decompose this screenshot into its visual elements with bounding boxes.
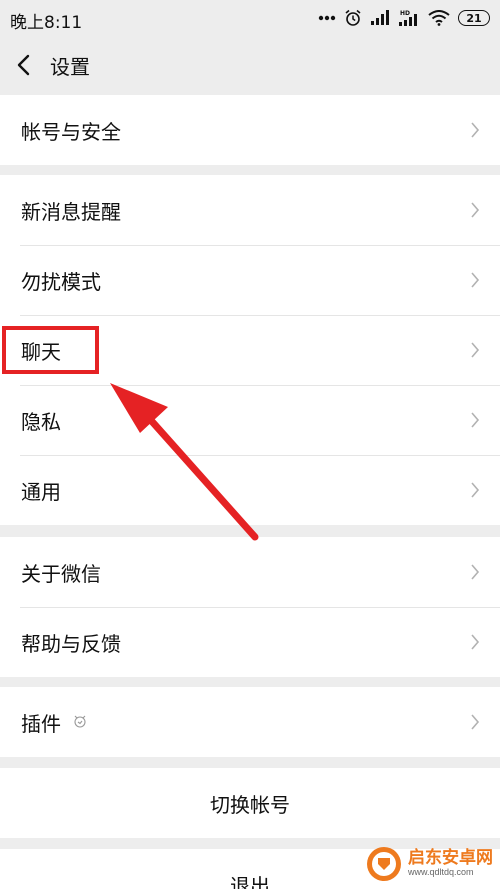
annotation-highlight-box: [2, 326, 99, 374]
chevron-right-icon: [471, 122, 480, 138]
settings-item-label: 隐私: [21, 410, 61, 434]
settings-item-plugins[interactable]: 插件: [0, 687, 500, 757]
settings-item-privacy[interactable]: 隐私: [0, 385, 500, 455]
settings-item-label: 新消息提醒: [21, 200, 121, 224]
chevron-right-icon: [471, 564, 480, 580]
status-time: 晚上8:11: [10, 13, 83, 33]
watermark: 启东安卓网 www.qdltdq.com: [366, 843, 496, 885]
settings-item-label: 帐号与安全: [21, 120, 121, 144]
settings-item-label: 帮助与反馈: [21, 632, 121, 656]
watermark-text: 启东安卓网 www.qdltdq.com: [408, 848, 493, 878]
watermark-logo-icon: [367, 847, 401, 881]
settings-item-about-wechat[interactable]: 关于微信: [0, 537, 500, 607]
settings-item-new-message-alert[interactable]: 新消息提醒: [0, 175, 500, 245]
switch-account-label: 切换帐号: [210, 793, 290, 817]
chevron-right-icon: [471, 272, 480, 288]
plugin-badge-icon: [74, 715, 86, 728]
settings-screen: 晚上8:11 HD 21 设置 帐号与安全 新消息提醒 勿扰模式 聊天 隐私 通…: [0, 0, 500, 889]
hd-signal-icon: HD: [399, 10, 417, 26]
chevron-right-icon: [471, 714, 480, 730]
chevron-left-icon[interactable]: [12, 52, 38, 78]
battery-icon: 21: [458, 10, 490, 26]
settings-item-do-not-disturb[interactable]: 勿扰模式: [0, 245, 500, 315]
group-about: 关于微信 帮助与反馈: [0, 537, 500, 677]
watermark-url: www.qdltdq.com: [408, 867, 474, 878]
settings-item-account-security[interactable]: 帐号与安全: [0, 95, 500, 165]
battery-level: 21: [466, 11, 482, 25]
page-title: 设置: [50, 55, 90, 79]
chevron-right-icon: [471, 342, 480, 358]
svg-text:HD: HD: [400, 10, 410, 17]
settings-item-label: 关于微信: [21, 562, 101, 586]
chevron-right-icon: [471, 202, 480, 218]
watermark-title: 启东安卓网: [408, 848, 493, 869]
status-bar: 晚上8:11 HD 21: [0, 0, 500, 36]
signal-icon: [371, 10, 389, 25]
settings-item-label: 插件: [21, 712, 61, 736]
group-account: 帐号与安全: [0, 95, 500, 165]
chevron-right-icon: [471, 482, 480, 498]
chevron-right-icon: [471, 634, 480, 650]
more-dots-icon: [318, 15, 336, 21]
settings-item-general[interactable]: 通用: [0, 455, 500, 525]
settings-item-label: 通用: [21, 480, 61, 504]
settings-item-label: 勿扰模式: [21, 270, 101, 294]
chevron-right-icon: [471, 412, 480, 428]
status-icons: HD 21: [318, 7, 490, 29]
switch-account-button[interactable]: 切换帐号: [0, 768, 500, 838]
group-plugins: 插件: [0, 687, 500, 757]
wifi-icon: [428, 10, 450, 26]
nav-bar: 设置: [0, 36, 500, 94]
settings-item-help-feedback[interactable]: 帮助与反馈: [0, 607, 500, 677]
alarm-icon: [345, 9, 361, 26]
